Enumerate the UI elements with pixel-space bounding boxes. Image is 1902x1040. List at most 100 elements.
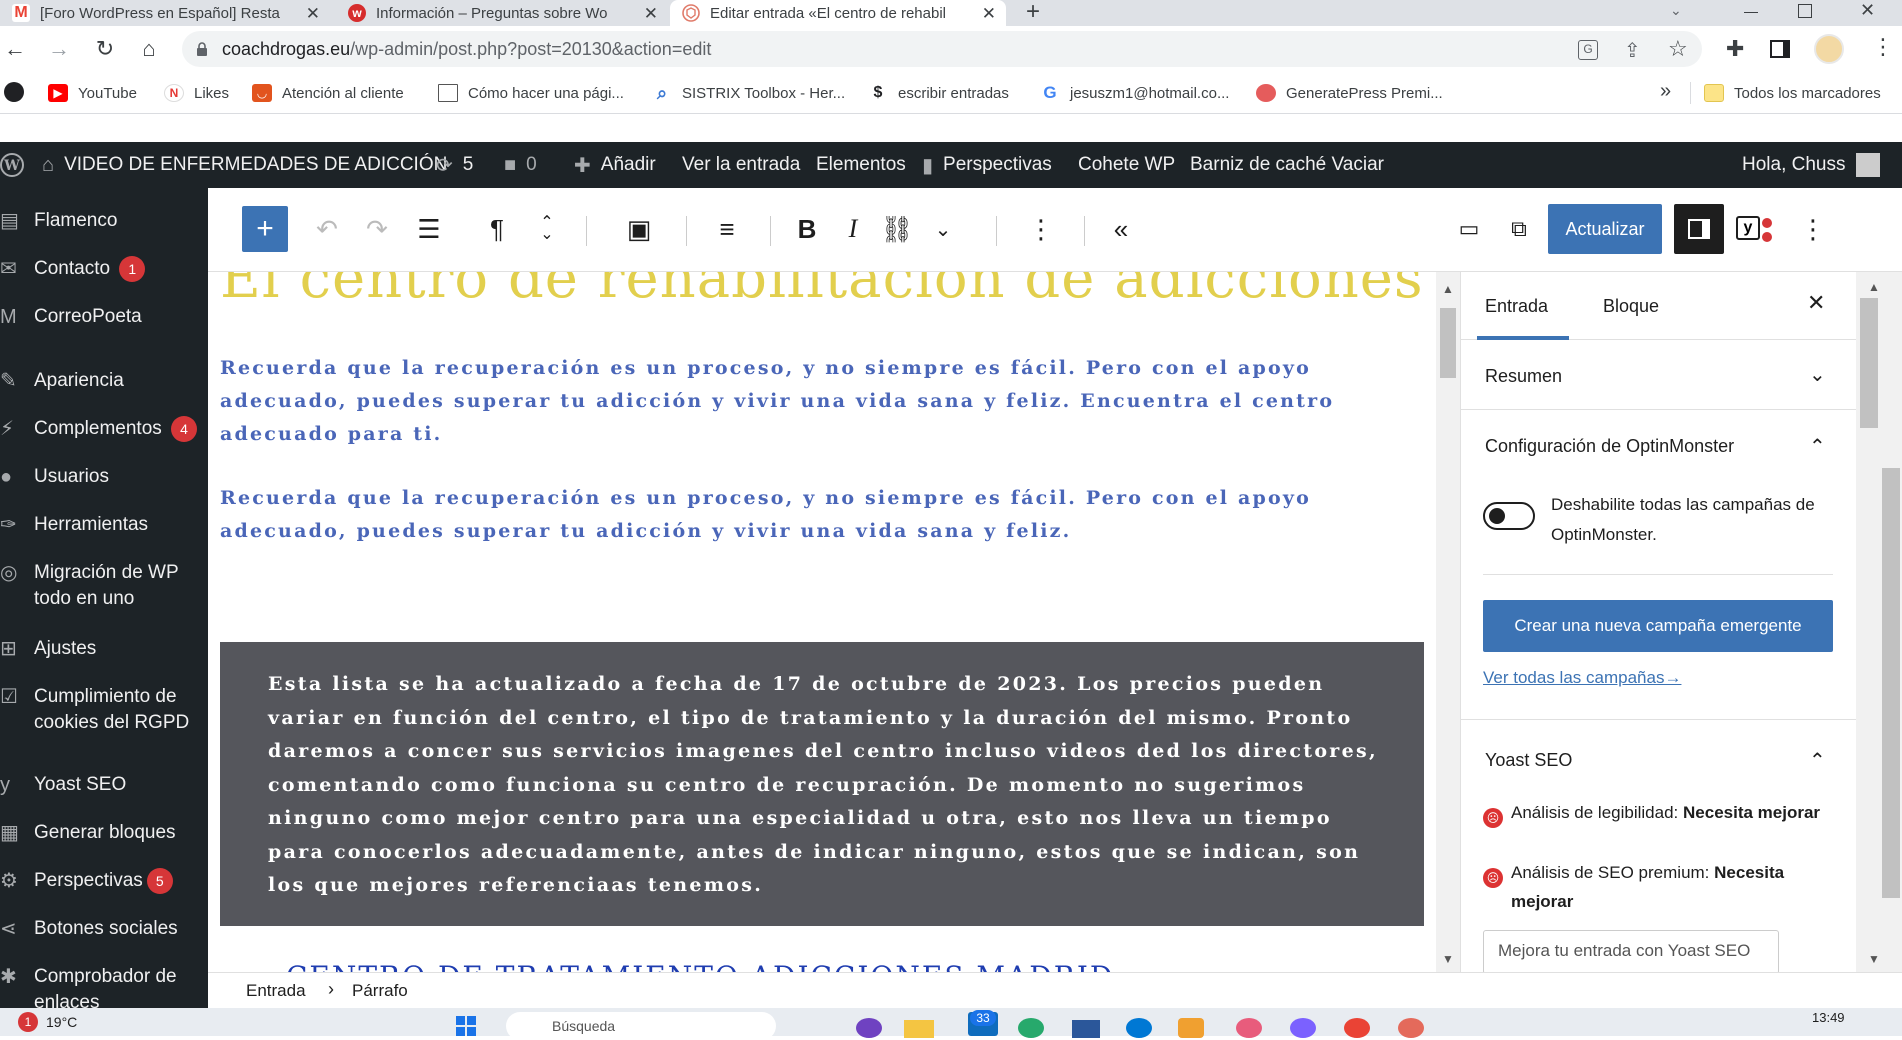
app-icon[interactable]: [856, 1018, 882, 1038]
sidebar-item-flamenco[interactable]: ▤ Flamenco: [0, 208, 208, 234]
updates-link[interactable]: ⟳ 5: [436, 142, 473, 188]
yoast-toolbar-icon[interactable]: y: [1736, 216, 1760, 240]
side-panel-icon[interactable]: [1770, 40, 1790, 58]
minimize-button[interactable]: [1736, 0, 1766, 26]
tab-block[interactable]: Bloque: [1603, 296, 1659, 317]
view-campaigns-link[interactable]: Ver todas las campañas→: [1483, 668, 1681, 688]
app-icon[interactable]: [1398, 1018, 1424, 1038]
reload-icon[interactable]: ↻: [90, 34, 120, 64]
more-options-icon[interactable]: ⋮: [1018, 204, 1064, 254]
create-campaign-button[interactable]: Crear una nueva campaña emergente: [1483, 600, 1833, 652]
sidebar-item-cookies[interactable]: ☑ Cumplimiento de cookies del RGPD: [0, 684, 208, 736]
breadcrumb-current[interactable]: Párrafo: [352, 981, 408, 1001]
bold-button[interactable]: B: [784, 204, 830, 254]
share-icon[interactable]: ⇪: [1624, 38, 1641, 63]
options-menu-icon[interactable]: ⋮: [1790, 204, 1836, 254]
sidebar-item-apariencia[interactable]: ✎ Apariencia: [0, 368, 208, 394]
edge-icon[interactable]: [1018, 1018, 1044, 1038]
translate-icon[interactable]: G: [1578, 40, 1598, 60]
globe-icon[interactable]: [4, 82, 24, 102]
paragraph-block[interactable]: Esta lista se ha actualizado a fecha de …: [268, 668, 1388, 903]
paragraph-block[interactable]: Recuerda que la recuperación es un proce…: [220, 352, 1370, 451]
align-icon[interactable]: ≡: [704, 204, 750, 254]
heading-block[interactable]: CENTRO DE TRATAMIENTO ADICCIONES MADRID: [286, 960, 1114, 972]
elements-link[interactable]: Elementos: [816, 142, 906, 188]
weather-badge[interactable]: 1: [18, 1012, 38, 1032]
link-icon[interactable]: ⛓: [874, 204, 920, 254]
scrollbar-thumb[interactable]: [1882, 468, 1900, 898]
scrollbar-thumb[interactable]: [1860, 298, 1878, 428]
scroll-up-arrow-icon[interactable]: ▲: [1868, 280, 1880, 294]
sidebar-item-correopoeta[interactable]: M CorreoPoeta: [0, 304, 208, 330]
chevron-down-icon[interactable]: ⌄: [1809, 362, 1826, 387]
chevron-down-icon[interactable]: ⌄: [1670, 2, 1682, 19]
settings-toggle-button[interactable]: [1674, 204, 1724, 254]
user-greeting[interactable]: Hola, Chuss: [1742, 142, 1880, 188]
file-explorer-icon[interactable]: [904, 1020, 934, 1038]
all-bookmarks[interactable]: Todos los marcadores: [1704, 82, 1881, 104]
post-title[interactable]: El centro de rehabilitación de adiccione…: [220, 272, 1424, 311]
close-icon[interactable]: ✕: [982, 4, 996, 24]
browser-tab-active[interactable]: Editar entrada «El centro de rehabil ✕: [670, 0, 1006, 26]
close-icon[interactable]: ✕: [1807, 290, 1825, 316]
italic-button[interactable]: I: [830, 204, 876, 254]
bookmark-item[interactable]: N Likes: [164, 82, 229, 104]
site-name-link[interactable]: ⌂ VIDEO DE ENFERMEDADES DE ADICCIÓN: [42, 142, 447, 188]
scroll-down-arrow-icon[interactable]: ▼: [1868, 952, 1880, 966]
browser-tab[interactable]: M [Foro WordPress en Español] Resta ✕: [0, 0, 330, 26]
home-icon[interactable]: ⌂: [134, 34, 164, 64]
disable-campaigns-toggle[interactable]: [1483, 502, 1535, 530]
bookmark-item[interactable]: ◡ Atención al cliente: [252, 82, 404, 104]
bookmark-item[interactable]: GeneratePress Premi...: [1256, 82, 1443, 104]
wp-logo[interactable]: W: [0, 142, 24, 188]
sidebar-item-herramientas[interactable]: ✑ Herramientas: [0, 512, 208, 538]
browser-tab[interactable]: w Información – Preguntas sobre Wo ✕: [336, 0, 668, 26]
add-block-button[interactable]: +: [242, 206, 288, 252]
bookmark-item[interactable]: ▶ YouTube: [48, 82, 137, 104]
sidebar-item-yoast[interactable]: y Yoast SEO: [0, 772, 208, 798]
back-arrow-icon[interactable]: ←: [0, 34, 30, 64]
sidebar-item-ajustes[interactable]: ⊞ Ajustes: [0, 636, 208, 662]
bookmark-item[interactable]: ⌕ SISTRIX Toolbox - Her...: [652, 82, 845, 104]
sidebar-item-contacto[interactable]: ✉ Contacto 1: [0, 256, 208, 282]
close-window-button[interactable]: ✕: [1860, 0, 1875, 21]
update-button[interactable]: Actualizar: [1548, 204, 1662, 254]
bookmark-item[interactable]: Gjesuszm1@hotmail.co...: [1040, 82, 1229, 104]
app-icon[interactable]: [1126, 1018, 1152, 1038]
sidebar-item-comprobador[interactable]: ✱ Comprobador de enlaces: [0, 964, 208, 1008]
wp-rocket-link[interactable]: Cohete WP: [1078, 142, 1175, 188]
star-icon[interactable]: ☆: [1668, 36, 1688, 62]
redo-icon[interactable]: ↷: [354, 204, 400, 254]
profile-avatar[interactable]: [1814, 34, 1844, 64]
app-icon[interactable]: [1290, 1018, 1316, 1038]
bookmark-item[interactable]: $ escribir entradas: [868, 82, 1009, 104]
sidebar-item-botones-sociales[interactable]: ⋖ Botones sociales: [0, 916, 208, 942]
external-link-icon[interactable]: ⧉: [1496, 204, 1542, 254]
tab-post[interactable]: Entrada: [1485, 296, 1548, 317]
insights-link[interactable]: ▮ Perspectivas: [922, 142, 1052, 188]
chevron-up-icon[interactable]: ⌃: [1809, 434, 1826, 459]
comments-link[interactable]: ■ 0: [504, 142, 537, 188]
scroll-down-arrow-icon[interactable]: ▼: [1442, 952, 1454, 966]
collapse-toolbar-icon[interactable]: «: [1098, 204, 1144, 254]
scrollbar-thumb[interactable]: [1440, 308, 1456, 378]
chevron-up-icon[interactable]: ⌃: [1809, 748, 1826, 773]
breadcrumb-root[interactable]: Entrada: [246, 981, 306, 1001]
chrome-icon[interactable]: [1344, 1018, 1370, 1038]
forward-arrow-icon[interactable]: →: [44, 34, 74, 64]
close-icon[interactable]: ✕: [644, 4, 658, 24]
cache-purge-link[interactable]: Barniz de caché Vaciar: [1190, 142, 1384, 188]
close-icon[interactable]: ✕: [306, 4, 320, 24]
paragraph-block[interactable]: Recuerda que la recuperación es un proce…: [220, 482, 1370, 548]
seo-result[interactable]: Análisis de SEO premium: Necesita mejora…: [1511, 858, 1831, 916]
preview-device-icon[interactable]: ▭: [1446, 204, 1492, 254]
store-icon[interactable]: [1072, 1020, 1100, 1038]
select-parent-icon[interactable]: ▣: [616, 204, 662, 254]
mail-app-icon[interactable]: 33: [968, 1010, 998, 1036]
chevron-down-icon[interactable]: ⌄: [920, 204, 966, 254]
sidebar-item-perspectivas[interactable]: ⚙ Perspectivas 5: [0, 868, 208, 894]
sidebar-item-complementos[interactable]: ⚡ Complementos 4: [0, 416, 208, 442]
readability-result[interactable]: Análisis de legibilidad: Necesita mejora…: [1511, 798, 1831, 827]
page-scrollbar[interactable]: ▲ ▼: [1856, 272, 1902, 972]
move-up-down-icon[interactable]: ⌃ ⌄: [524, 204, 570, 254]
